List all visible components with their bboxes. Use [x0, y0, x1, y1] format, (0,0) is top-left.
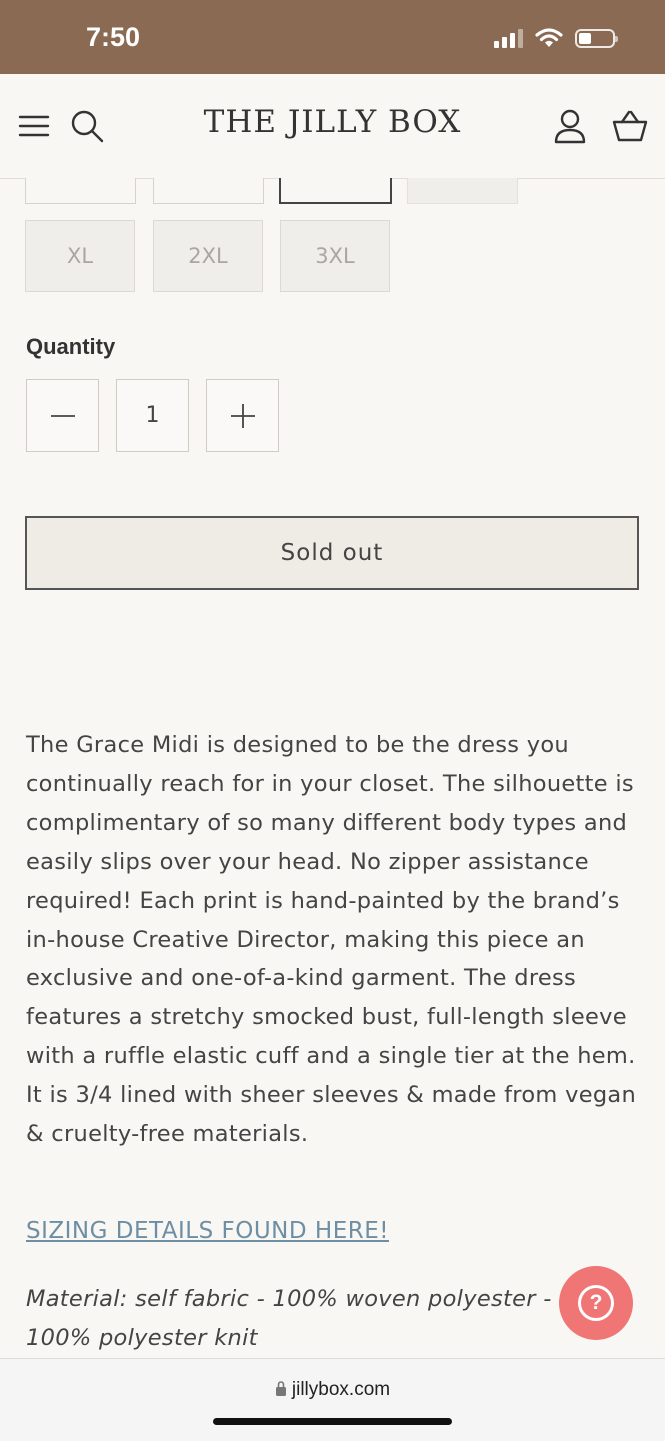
url-display[interactable]: jillybox.com [0, 1379, 665, 1401]
lock-icon [275, 1381, 286, 1396]
quantity-decrement-button[interactable] [26, 379, 99, 452]
battery-icon [575, 28, 618, 48]
plus-icon [230, 403, 255, 428]
url-text: jillybox.com [291, 1379, 391, 1400]
question-mark-icon: ? [578, 1285, 614, 1321]
status-bar: 7:50 [0, 0, 665, 74]
wifi-icon [535, 28, 563, 47]
site-header: THE JILLY BOX [0, 74, 665, 179]
browser-url-bar[interactable]: jillybox.com [0, 1358, 665, 1441]
cellular-signal-icon [494, 28, 523, 48]
size-option-xl[interactable]: XL [25, 220, 135, 292]
size-option[interactable] [25, 178, 136, 204]
status-icons [494, 27, 618, 49]
minus-icon [50, 414, 75, 417]
size-option[interactable] [407, 178, 518, 204]
quantity-input[interactable]: 1 [116, 379, 189, 452]
size-option-2xl[interactable]: 2XL [153, 220, 263, 292]
size-option-selected[interactable] [279, 178, 392, 204]
size-option[interactable] [153, 178, 264, 204]
home-indicator[interactable] [213, 1418, 452, 1425]
sold-out-button[interactable]: Sold out [25, 516, 639, 590]
material-info: Material: self fabric - 100% woven polye… [26, 1286, 552, 1351]
size-option-3xl[interactable]: 3XL [280, 220, 390, 292]
quantity-increment-button[interactable] [206, 379, 279, 452]
account-icon[interactable] [552, 108, 588, 144]
status-time: 7:50 [86, 22, 141, 52]
cart-icon[interactable] [612, 108, 648, 144]
product-description: The Grace Midi is designed to be the dre… [26, 732, 637, 1148]
quantity-label: Quantity [26, 334, 116, 359]
help-button[interactable]: ? [559, 1266, 633, 1340]
sizing-details-link[interactable]: SIZING DETAILS FOUND HERE! [26, 1218, 389, 1244]
